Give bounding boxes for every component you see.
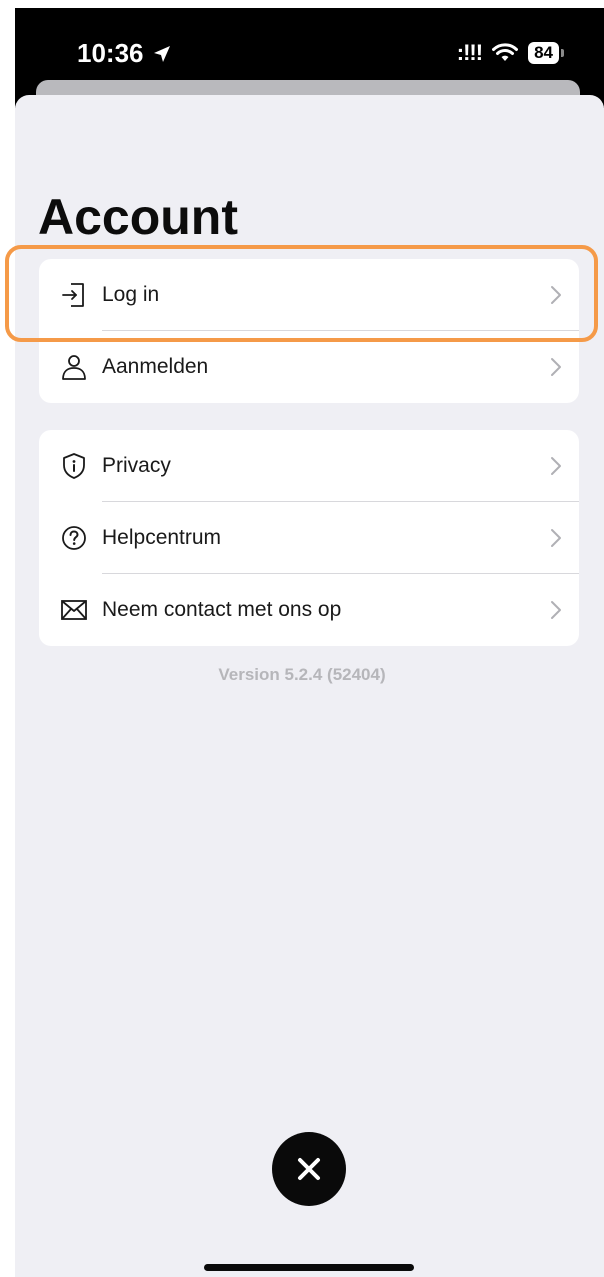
app-screen: 10:36 :!!! 84 Account Log in Aanmelden P… <box>0 0 604 1277</box>
close-button[interactable] <box>272 1132 346 1206</box>
envelope-icon <box>59 595 89 625</box>
helpcenter-row[interactable]: Helpcentrum <box>39 502 579 574</box>
privacy-row[interactable]: Privacy <box>39 430 579 502</box>
time-label: 10:36 <box>77 38 144 68</box>
contact-label: Neem contact met ons op <box>102 598 342 621</box>
question-circle-icon <box>59 523 89 553</box>
person-icon <box>59 352 89 382</box>
chevron-right-icon <box>551 457 561 475</box>
home-indicator[interactable] <box>204 1264 414 1271</box>
version-label: Version 5.2.4 (52404) <box>218 665 386 684</box>
page-title: Account <box>38 189 238 245</box>
register-label: Aanmelden <box>102 355 209 378</box>
battery-icon: 84 <box>528 42 564 64</box>
wifi-icon <box>492 43 519 61</box>
chevron-right-icon <box>551 358 561 376</box>
shield-info-icon <box>59 451 89 481</box>
chevron-right-icon <box>551 601 561 619</box>
privacy-label: Privacy <box>102 454 171 477</box>
signal-icon: :!!! <box>456 40 483 65</box>
chevron-right-icon <box>551 529 561 547</box>
close-icon <box>298 1158 320 1180</box>
login-highlight-outline <box>5 245 598 342</box>
contact-row[interactable]: Neem contact met ons op <box>39 574 579 646</box>
location-arrow-icon <box>153 45 170 62</box>
battery-level: 84 <box>528 42 559 64</box>
info-card: Privacy Helpcentrum Neem contact met ons… <box>39 430 579 646</box>
helpcenter-label: Helpcentrum <box>102 526 222 549</box>
battery-cap <box>561 49 564 57</box>
status-time: 10:36 <box>77 38 172 69</box>
status-indicators: :!!! 84 <box>457 40 564 66</box>
